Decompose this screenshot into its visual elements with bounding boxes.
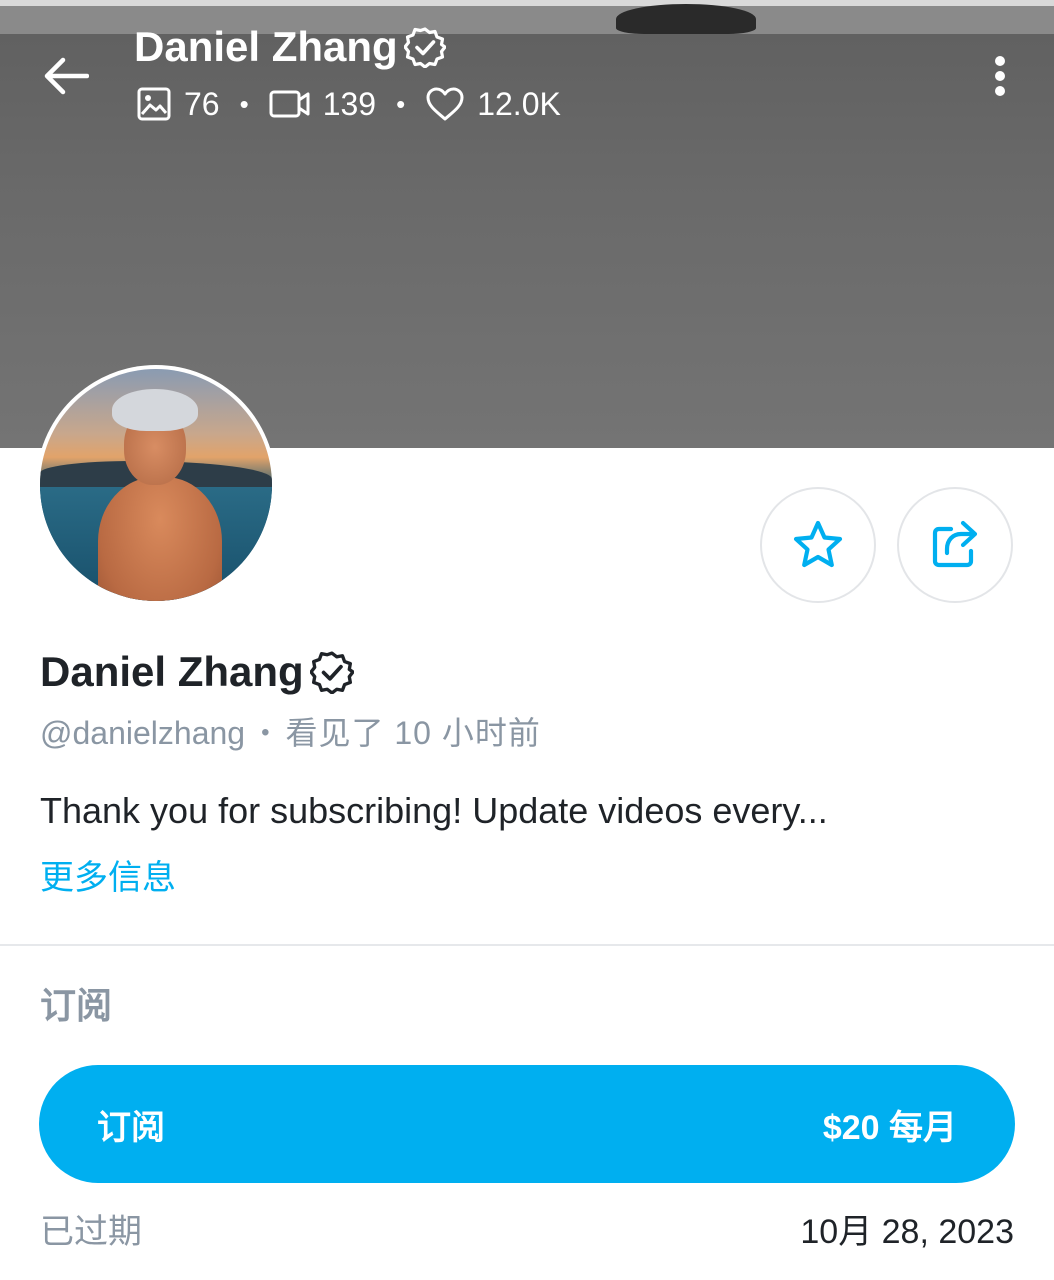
divider xyxy=(0,944,1054,946)
avatar[interactable] xyxy=(36,365,276,605)
last-seen: 看见了 10 小时前 xyxy=(285,715,541,751)
more-vertical-icon xyxy=(995,56,1005,96)
header-name: Daniel Zhang xyxy=(134,23,398,70)
header-title: Daniel Zhang xyxy=(134,22,446,72)
likes-count-value: 12.0K xyxy=(477,86,561,122)
back-button[interactable] xyxy=(36,46,96,106)
verified-badge-icon xyxy=(403,27,446,68)
profile-name: Daniel Zhang xyxy=(40,645,354,699)
subscribe-button-label: 订阅 xyxy=(97,1108,165,1147)
profile-bio: Thank you for subscribing! Update videos… xyxy=(40,790,828,831)
share-button[interactable] xyxy=(897,487,1013,603)
separator-dot: • xyxy=(396,89,406,119)
cover-photo-detail xyxy=(616,4,756,34)
profile-meta: @danielzhang • 看见了 10 小时前 xyxy=(40,712,541,754)
likes-count: 12.0K xyxy=(425,84,561,124)
more-info-link[interactable]: 更多信息 xyxy=(40,856,176,900)
image-icon xyxy=(137,87,171,121)
share-icon xyxy=(932,520,978,568)
subscription-section-title: 订阅 xyxy=(40,985,113,1026)
subscription-status: 已过期 xyxy=(40,1213,142,1251)
favorite-button[interactable] xyxy=(760,487,876,603)
more-options-button[interactable] xyxy=(976,48,1024,104)
verified-badge-icon xyxy=(309,651,354,694)
header-stats: 76 • 139 • 12.0K xyxy=(136,84,561,124)
subscribe-price: $20 每月 xyxy=(822,1108,957,1147)
heart-icon xyxy=(426,87,464,121)
star-icon xyxy=(793,520,843,568)
photos-count-value: 76 xyxy=(184,86,220,122)
avatar-photo xyxy=(40,369,272,601)
arrow-left-icon xyxy=(44,57,89,95)
videos-count: 139 xyxy=(269,84,376,124)
subscribe-button[interactable]: 订阅 $20 每月 xyxy=(39,1065,1015,1183)
profile-handle: @danielzhang xyxy=(40,715,246,751)
separator-dot: • xyxy=(261,719,270,746)
separator-dot: • xyxy=(239,89,249,119)
profile-page: Daniel Zhang 76 • 139 • 12.0K Daniel Zha… xyxy=(0,0,1054,1280)
videos-count-value: 139 xyxy=(322,86,377,122)
photos-count: 76 xyxy=(136,84,220,124)
profile-name-text: Daniel Zhang xyxy=(40,648,304,695)
subscription-date: 10月 28, 2023 xyxy=(800,1213,1014,1251)
video-camera-icon xyxy=(269,90,310,118)
